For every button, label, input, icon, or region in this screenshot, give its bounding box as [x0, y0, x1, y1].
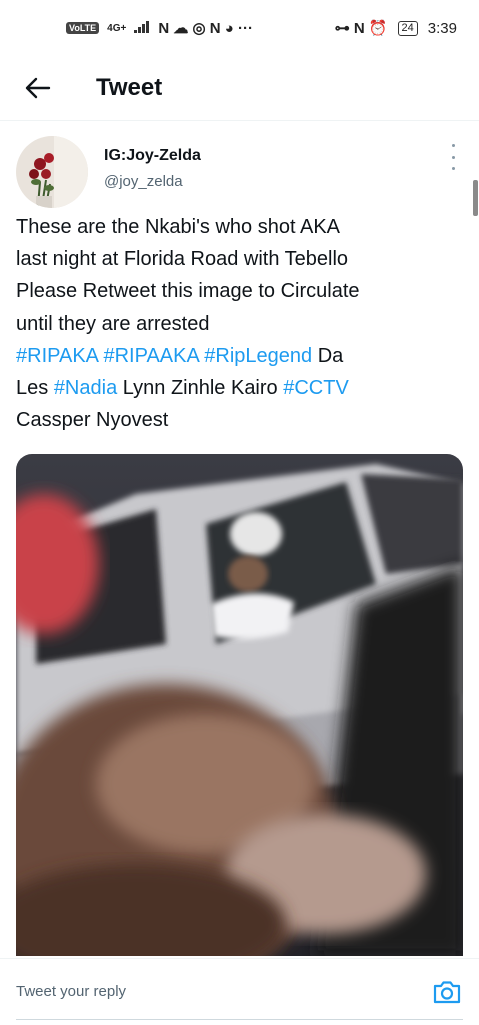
signal-icon: [134, 20, 150, 37]
hashtag-link[interactable]: #CCTV: [283, 377, 349, 399]
tweet-text-line: These are the Nkabi's who shot AKA: [16, 211, 466, 243]
tweet-text-fragment: Cassper Nyovest: [16, 409, 169, 432]
tweet-text-line: last night at Florida Road with Tebello: [16, 243, 466, 275]
network-type: 4G+: [107, 22, 127, 34]
arrow-left-icon: [25, 77, 51, 99]
reply-underline: [16, 1019, 463, 1020]
tweet-text-fragment: These are the Nkabi's who shot AKA: [16, 216, 340, 238]
back-button[interactable]: [20, 70, 56, 106]
tweet-text-line: Cassper Nyovest: [16, 404, 466, 436]
hashtag-link[interactable]: #RIPAKA: [16, 345, 98, 367]
tweet-text-fragment: Les: [16, 377, 54, 400]
tweet-text-fragment: Please Retweet this image to Circulate: [16, 280, 360, 303]
reply-input[interactable]: Tweet your reply: [16, 973, 396, 1009]
status-left: VoLTE 4G+ N ☁ ◎ N ◕ ···: [66, 19, 253, 37]
notification-icons: N ☁ ◎ N ◕ ···: [158, 20, 253, 37]
tweet-text-line: until they are arrested: [16, 308, 466, 340]
tweet-text-fragment: Da: [312, 344, 344, 367]
tweet-text-fragment: Lynn Zinhle Kairo: [117, 377, 284, 400]
scrollbar[interactable]: [473, 180, 478, 216]
tweet-text-line: Please Retweet this image to Circulate: [16, 275, 466, 307]
tweet-media-image[interactable]: [16, 454, 463, 956]
camera-button[interactable]: [432, 977, 462, 1007]
page-title: Tweet: [96, 74, 163, 101]
status-bar: VoLTE 4G+ N ☁ ◎ N ◕ ··· ⊶ N ⏰ 24 3:39: [0, 0, 479, 56]
author-name[interactable]: IG:Joy-Zelda: [104, 147, 201, 165]
hashtag-link[interactable]: #Nadia: [54, 377, 117, 399]
status-right: ⊶ N ⏰ 24 3:39: [334, 19, 457, 38]
more-options-button[interactable]: [444, 144, 462, 170]
tweet-text: These are the Nkabi's who shot AKA last n…: [16, 211, 466, 436]
avatar[interactable]: [16, 136, 88, 208]
hashtag-link[interactable]: #RIPAAKA: [103, 345, 198, 367]
system-icons: ⊶ N ⏰: [334, 20, 388, 37]
app-bar: Tweet: [0, 56, 479, 121]
tweet-text-line: #RIPAKA #RIPAAKA #RipLegend Da: [16, 340, 466, 372]
tweet-text-fragment: last night at Florida Road with Tebello: [16, 248, 349, 271]
volte-badge: VoLTE: [66, 22, 100, 34]
reply-bar: Tweet your reply: [0, 958, 479, 1025]
more-vertical-icon: [451, 144, 455, 147]
battery-icon: 24: [397, 20, 418, 36]
tweet-text-line: Les #Nadia Lynn Zinhle Kairo #CCTV: [16, 372, 466, 404]
camera-icon: [433, 981, 461, 1004]
author-handle[interactable]: @joy_zelda: [104, 173, 183, 190]
tweet-text-fragment: until they are arrested: [16, 312, 210, 335]
status-time: 3:39: [427, 19, 457, 37]
hashtag-link[interactable]: #RipLegend: [204, 345, 312, 367]
